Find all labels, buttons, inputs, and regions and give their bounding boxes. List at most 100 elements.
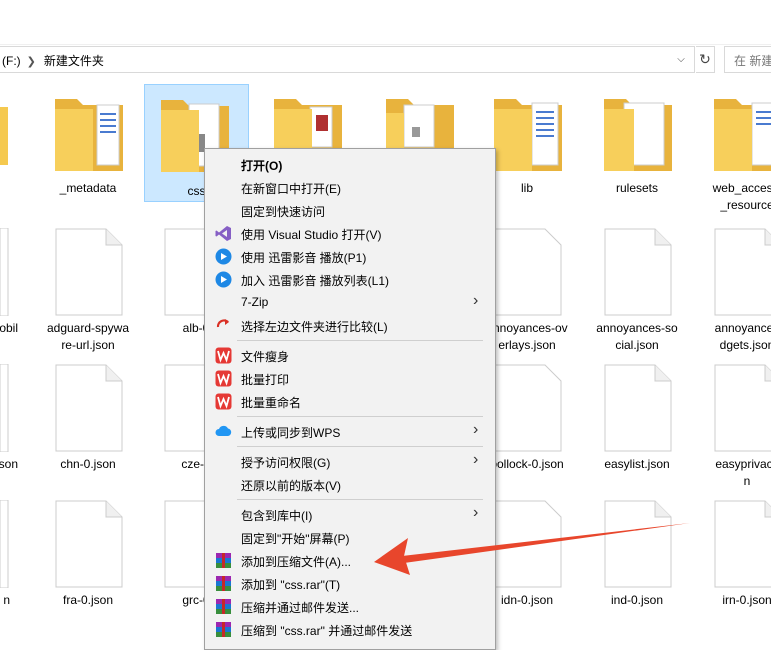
menu-item-label: 压缩到 "css.rar" 并通过邮件发送 xyxy=(241,624,413,638)
breadcrumb-drive[interactable]: (F:) xyxy=(2,54,21,68)
item-label-line2: _resource xyxy=(720,198,771,212)
item-label: annoyances-so xyxy=(596,321,678,335)
menu-item-label: 固定到快速访问 xyxy=(241,205,326,219)
file-icon xyxy=(714,364,771,452)
file-item-annoyances-social[interactable]: annoyances-so cial.json xyxy=(582,226,692,352)
menu-item-add-archive[interactable]: 添加到压缩文件(A)... xyxy=(205,549,495,572)
menu-item-open-new-window[interactable]: 在新窗口中打开(E) xyxy=(205,176,495,199)
file-item-fra[interactable]: fra-0.json xyxy=(33,498,143,624)
item-label-line2: cial.json xyxy=(615,338,659,352)
file-icon xyxy=(604,500,672,588)
chevron-down-icon[interactable]: ⌵ xyxy=(674,53,688,67)
folder-icon xyxy=(604,99,672,171)
file-item-annoyances-widgets[interactable]: annoyances dgets.json xyxy=(692,226,771,352)
menu-item-label: 授予访问权限(G) xyxy=(241,456,331,470)
menu-item-batch-rename[interactable]: 批量重命名 xyxy=(205,390,495,413)
file-icon xyxy=(494,228,562,316)
item-label: web_accessi xyxy=(712,181,771,195)
menu-item-7zip[interactable]: 7-Zip › xyxy=(205,291,495,314)
menu-item-label: 还原以前的版本(V) xyxy=(241,479,341,493)
file-item-chn[interactable]: chn-0.json xyxy=(33,362,143,488)
item-label-line2: n xyxy=(743,474,751,488)
menu-item-pin-start[interactable]: 固定到"开始"屏幕(P) xyxy=(205,526,495,549)
menu-item-restore-previous[interactable]: 还原以前的版本(V) xyxy=(205,473,495,496)
breadcrumb: (F:) ❯ 新建文件夹 xyxy=(2,52,104,69)
menu-item-label: 在新窗口中打开(E) xyxy=(241,182,341,196)
menu-item-label: 加入 迅雷影音 播放列表(L1) xyxy=(241,274,390,288)
item-label: easylist.json xyxy=(604,457,670,471)
folder-item-web-accessible[interactable]: web_accessi _resource xyxy=(692,88,771,218)
file-item-ind[interactable]: ind-0.json xyxy=(582,498,692,624)
chevron-right-icon: › xyxy=(473,292,479,309)
menu-item-compare-folder[interactable]: 选择左边文件夹进行比较(L) xyxy=(205,314,495,337)
folder-item-metadata[interactable]: _metadata xyxy=(33,88,143,200)
item-label: ind-0.json xyxy=(610,593,664,607)
item-label: easyprivacy xyxy=(715,457,771,471)
file-icon xyxy=(714,500,771,588)
menu-item-pin-quick-access[interactable]: 固定到快速访问 xyxy=(205,199,495,222)
file-item-adguard[interactable]: adguard-spywa re-url.json xyxy=(33,226,143,352)
menu-item-wps-sync[interactable]: 上传或同步到WPS › xyxy=(205,420,495,443)
winrar-icon xyxy=(216,622,231,637)
refresh-icon[interactable]: ↻ xyxy=(696,46,715,73)
folder-item-4[interactable] xyxy=(360,88,470,148)
menu-item-open[interactable]: 打开(O) xyxy=(205,153,495,176)
folder-icon xyxy=(274,99,342,148)
file-icon xyxy=(714,228,771,316)
item-label: rulesets xyxy=(615,181,659,195)
folder-item-rulesets[interactable]: rulesets xyxy=(582,88,692,200)
xunlei-player-icon xyxy=(215,248,232,265)
file-icon xyxy=(604,228,672,316)
menu-item-add-xunlei-playlist[interactable]: 加入 迅雷影音 播放列表(L1) xyxy=(205,268,495,291)
file-icon xyxy=(55,364,123,452)
breadcrumb-chevron-icon[interactable]: ❯ xyxy=(27,55,36,68)
menu-item-label: 批量重命名 xyxy=(241,396,302,410)
menu-item-include-library[interactable]: 包含到库中(I) › xyxy=(205,503,495,526)
item-label: annoyances xyxy=(714,321,771,335)
file-icon xyxy=(494,500,562,588)
item-label: irn-0.json xyxy=(722,593,771,607)
folder-item-3[interactable] xyxy=(250,88,360,148)
menu-item-label: 文件瘦身 xyxy=(241,350,290,364)
address-bar: (F:) ❯ 新建文件夹 ⌵ ↻ 在 新建 xyxy=(0,46,771,73)
menu-item-grant-access[interactable]: 授予访问权限(G) › xyxy=(205,450,495,473)
item-label: adguard-spywa xyxy=(46,321,130,335)
winrar-icon xyxy=(216,599,231,614)
menu-item-file-slim[interactable]: 文件瘦身 xyxy=(205,344,495,367)
menu-item-label: 7-Zip xyxy=(241,295,269,309)
menu-item-add-rar[interactable]: 添加到 "css.rar"(T) xyxy=(205,572,495,595)
file-item-easylist[interactable]: easylist.json xyxy=(582,362,692,488)
menu-item-label: 使用 Visual Studio 打开(V) xyxy=(241,228,382,242)
file-item-easyprivacy[interactable]: easyprivacy n xyxy=(692,362,771,488)
menu-item-label: 使用 迅雷影音 播放(P1) xyxy=(241,251,367,265)
file-item-irn[interactable]: irn-0.json xyxy=(692,498,771,624)
menu-item-compress-email[interactable]: 压缩并通过邮件发送... xyxy=(205,595,495,618)
menu-item-open-visual-studio[interactable]: 使用 Visual Studio 打开(V) xyxy=(205,222,495,245)
item-label-line2: re-url.json xyxy=(61,338,115,352)
menu-item-play-xunlei[interactable]: 使用 迅雷影音 播放(P1) xyxy=(205,245,495,268)
menu-item-compress-rar-email[interactable]: 压缩到 "css.rar" 并通过邮件发送 xyxy=(205,618,495,641)
item-label: _metadata xyxy=(59,181,117,195)
menu-item-label: 添加到压缩文件(A)... xyxy=(241,555,351,569)
compare-icon xyxy=(216,319,229,328)
wps-icon xyxy=(215,370,232,387)
file-icon xyxy=(55,500,123,588)
menu-item-label: 固定到"开始"屏幕(P) xyxy=(241,532,350,546)
winrar-icon xyxy=(216,553,231,568)
context-menu: 打开(O) 在新窗口中打开(E) 固定到快速访问 使用 Visual Studi… xyxy=(204,148,496,650)
chevron-right-icon: › xyxy=(473,421,479,438)
search-placeholder: 在 新建 xyxy=(734,54,771,68)
file-icon xyxy=(494,364,562,452)
wps-icon xyxy=(215,347,232,364)
file-icon xyxy=(604,364,672,452)
address-input[interactable]: (F:) ❯ 新建文件夹 ⌵ xyxy=(0,46,695,73)
menu-item-batch-print[interactable]: 批量打印 xyxy=(205,367,495,390)
menu-divider xyxy=(237,340,483,341)
menu-item-label: 压缩并通过邮件发送... xyxy=(241,601,360,615)
folder-icon xyxy=(55,99,123,171)
menu-item-label: 打开(O) xyxy=(241,159,283,173)
chevron-right-icon: › xyxy=(473,451,479,468)
file-icon xyxy=(55,228,123,316)
breadcrumb-folder[interactable]: 新建文件夹 xyxy=(44,54,104,68)
search-input[interactable]: 在 新建 xyxy=(724,46,771,73)
